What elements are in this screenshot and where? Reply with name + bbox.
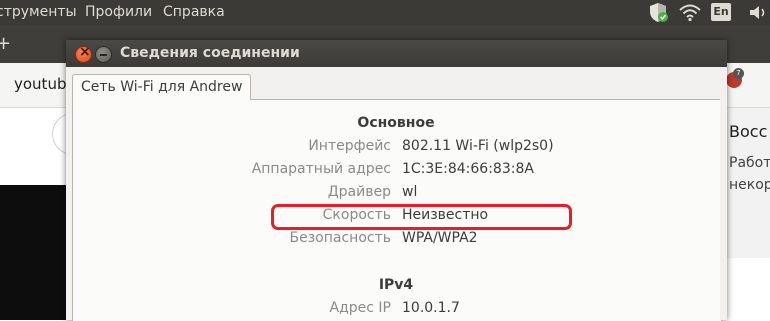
dialog-edge bbox=[720, 99, 727, 320]
value-driver: wl bbox=[402, 184, 418, 200]
label-driver: Драйвер bbox=[327, 184, 391, 200]
wifi-icon[interactable] bbox=[679, 2, 701, 23]
value-hardware-address: 1C:3E:84:66:83:8A bbox=[402, 161, 534, 177]
section-heading-ipv4: IPv4 bbox=[378, 277, 414, 293]
menu-profiles[interactable]: Профили bbox=[85, 4, 152, 20]
close-icon[interactable] bbox=[75, 44, 92, 63]
label-security: Безопасность bbox=[289, 230, 391, 246]
section-heading-basic: Основное bbox=[357, 115, 435, 131]
label-hardware-address: Аппаратный адрес bbox=[251, 161, 391, 177]
value-ip-address: 10.0.1.7 bbox=[402, 300, 460, 316]
dialog-titlebar[interactable]: Сведения соединении bbox=[66, 40, 727, 67]
minimize-icon[interactable] bbox=[95, 46, 112, 63]
value-interface: 802.11 Wi-Fi (wlp2s0) bbox=[402, 138, 554, 154]
connection-info-dialog: Сведения соединении Сеть Wi-Fi для Andre… bbox=[66, 40, 727, 321]
new-tab-button[interactable]: + bbox=[0, 33, 11, 54]
page-heading: Восс bbox=[729, 122, 768, 141]
system-top-bar: струменты Профили Справка En bbox=[0, 0, 770, 25]
extension-icon[interactable]: 7 bbox=[726, 68, 744, 88]
sound-icon[interactable] bbox=[748, 2, 770, 23]
tab-wifi-connection[interactable]: Сеть Wi-Fi для Andrew bbox=[72, 74, 252, 100]
value-security: WPA/WPA2 bbox=[402, 230, 478, 246]
extension-badge-count: 7 bbox=[733, 68, 744, 79]
menu-tools[interactable]: струменты bbox=[0, 4, 77, 20]
label-ip-address: Адрес IP bbox=[329, 300, 391, 316]
speed-row-highlight bbox=[271, 204, 572, 230]
dialog-title: Сведения соединении bbox=[120, 45, 300, 61]
page-text-line: Работ bbox=[729, 155, 770, 171]
label-interface: Интерфейс bbox=[308, 138, 391, 154]
menu-help[interactable]: Справка bbox=[163, 4, 225, 20]
page-text-line: некор bbox=[729, 177, 770, 193]
video-player-area[interactable] bbox=[0, 185, 70, 320]
shield-check-icon[interactable] bbox=[649, 2, 669, 23]
keyboard-layout-indicator[interactable]: En bbox=[711, 3, 731, 21]
